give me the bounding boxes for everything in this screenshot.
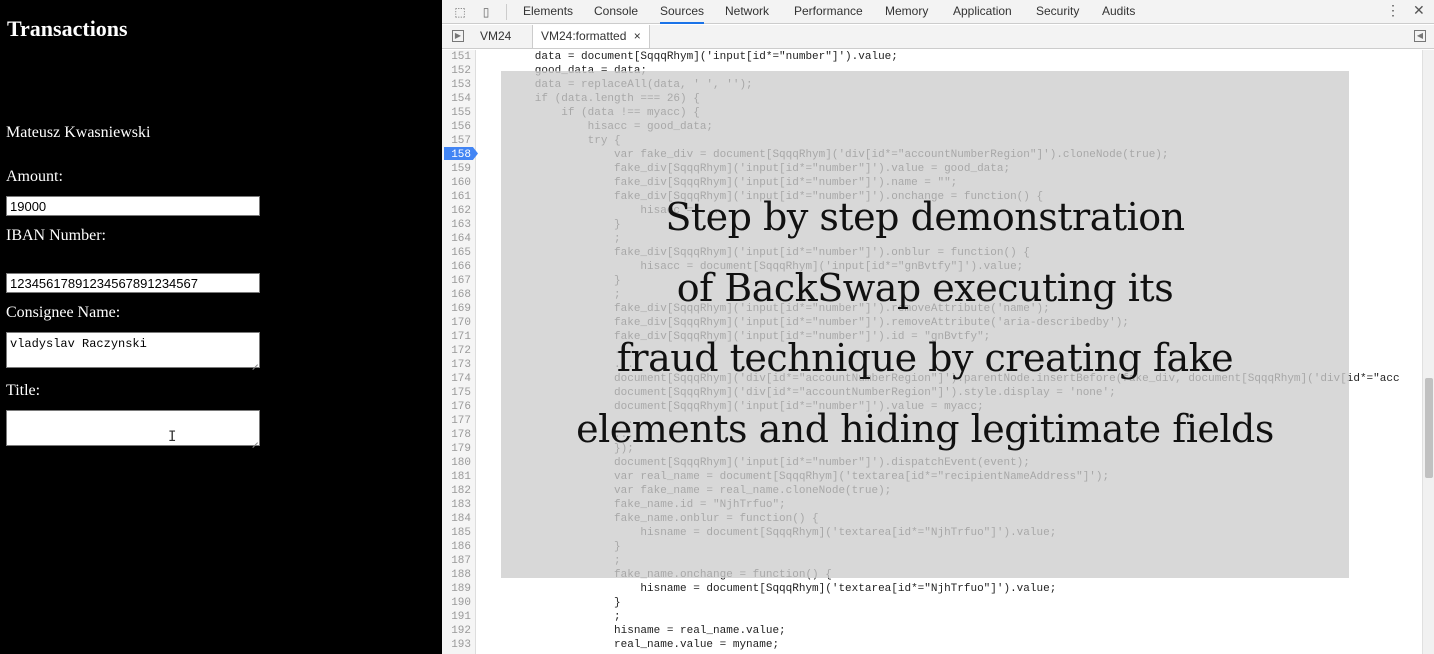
- caption-overlay: Step by step demonstration of BackSwap e…: [501, 71, 1349, 578]
- line-number[interactable]: 157: [442, 134, 471, 148]
- line-number[interactable]: 177: [442, 414, 471, 428]
- line-number[interactable]: 191: [442, 610, 471, 624]
- account-holder-name: Mateusz Kwasniewski: [6, 124, 151, 141]
- line-number[interactable]: 174: [442, 372, 471, 386]
- page-title: Transactions: [7, 16, 128, 41]
- line-number[interactable]: 192: [442, 624, 471, 638]
- line-number[interactable]: 178: [442, 428, 471, 442]
- resize-grip-icon[interactable]: [251, 436, 259, 444]
- line-number[interactable]: 166: [442, 260, 471, 274]
- line-number[interactable]: 160: [442, 176, 471, 190]
- file-tab-label: VM24:formatted: [541, 29, 627, 43]
- consignee-label: Consignee Name:: [6, 304, 121, 321]
- tab-application[interactable]: Application: [953, 0, 1012, 24]
- line-number[interactable]: 161: [442, 190, 471, 204]
- amount-input[interactable]: [6, 196, 260, 216]
- title-textarea[interactable]: [6, 410, 260, 446]
- line-number[interactable]: 159: [442, 162, 471, 176]
- code-line[interactable]: hisname = document[SqqqRhym]('textarea[i…: [482, 582, 1056, 596]
- line-number[interactable]: 156: [442, 120, 471, 134]
- tab-console[interactable]: Console: [594, 0, 638, 24]
- inspect-element-icon[interactable]: ⬚: [452, 4, 468, 20]
- code-line[interactable]: real_name.value = myname;: [482, 638, 779, 652]
- debugger-toggle-icon[interactable]: ◀: [1414, 30, 1426, 42]
- line-number[interactable]: 175: [442, 386, 471, 400]
- device-toggle-icon[interactable]: ▯: [478, 4, 494, 20]
- line-number[interactable]: 184: [442, 512, 471, 526]
- iban-input[interactable]: [6, 273, 260, 293]
- line-number-gutter[interactable]: 151 152 153 154 155 156 157 158 159 160 161 162 163 1…: [442, 50, 478, 654]
- line-number[interactable]: 171: [442, 330, 471, 344]
- file-tab-vm24-formatted[interactable]: VM24:formatted ×: [532, 25, 650, 48]
- close-tab-icon[interactable]: ×: [634, 29, 641, 43]
- code-line[interactable]: }: [482, 596, 621, 610]
- line-number[interactable]: 176: [442, 400, 471, 414]
- line-number[interactable]: 187: [442, 554, 471, 568]
- consignee-name-textarea[interactable]: vladyslav Raczynski: [6, 332, 260, 368]
- line-number[interactable]: 185: [442, 526, 471, 540]
- scrollbar-thumb[interactable]: [1425, 378, 1433, 478]
- bank-transaction-page: Transactions Mateusz Kwasniewski Amount:…: [0, 0, 442, 654]
- iban-label: IBAN Number:: [6, 227, 106, 244]
- line-number[interactable]: 165: [442, 246, 471, 260]
- line-number[interactable]: 181: [442, 470, 471, 484]
- line-number[interactable]: 180: [442, 456, 471, 470]
- line-number[interactable]: 173: [442, 358, 471, 372]
- code-line[interactable]: ;: [482, 610, 621, 624]
- line-number[interactable]: 158: [442, 148, 471, 162]
- line-number[interactable]: 155: [442, 106, 471, 120]
- line-number[interactable]: 151: [442, 50, 471, 64]
- tab-elements[interactable]: Elements: [523, 0, 573, 24]
- tab-memory[interactable]: Memory: [885, 0, 928, 24]
- code-line[interactable]: hisname = real_name.value;: [482, 624, 786, 638]
- caption-line: elements and hiding legitimate fields: [576, 407, 1274, 451]
- line-number[interactable]: 169: [442, 302, 471, 316]
- toolbar-divider: [506, 4, 507, 20]
- line-number[interactable]: 168: [442, 288, 471, 302]
- file-tab-vm24[interactable]: VM24: [480, 25, 511, 48]
- line-number[interactable]: 153: [442, 78, 471, 92]
- tab-security[interactable]: Security: [1036, 0, 1079, 24]
- caption-line: Step by step demonstration: [665, 195, 1185, 239]
- line-number[interactable]: 154: [442, 92, 471, 106]
- tab-sources[interactable]: Sources: [660, 0, 705, 24]
- amount-label: Amount:: [6, 168, 63, 185]
- line-number[interactable]: 152: [442, 64, 471, 78]
- line-number[interactable]: 186: [442, 540, 471, 554]
- more-options-icon[interactable]: ⋮: [1386, 2, 1400, 19]
- caption-line: fraud technique by creating fake: [616, 336, 1234, 380]
- devtools-toolbar: ⬚ ▯ Elements Console Sources Network Per…: [442, 0, 1434, 24]
- line-number[interactable]: 190: [442, 596, 471, 610]
- line-number[interactable]: 183: [442, 498, 471, 512]
- vertical-scrollbar[interactable]: [1422, 50, 1434, 654]
- title-label: Title:: [6, 382, 41, 399]
- line-number[interactable]: 172: [442, 344, 471, 358]
- line-number[interactable]: 193: [442, 638, 471, 652]
- navigator-toggle-icon[interactable]: ▶: [452, 30, 464, 42]
- line-number[interactable]: 182: [442, 484, 471, 498]
- code-line[interactable]: data = document[SqqqRhym]('input[id*="nu…: [482, 50, 898, 64]
- line-number[interactable]: 163: [442, 218, 471, 232]
- tab-network[interactable]: Network: [725, 0, 769, 24]
- line-number[interactable]: 179: [442, 442, 471, 456]
- source-file-tabs: ▶ VM24 VM24:formatted × ◀: [442, 25, 1434, 49]
- line-number[interactable]: 164: [442, 232, 471, 246]
- line-number[interactable]: 188: [442, 568, 471, 582]
- line-number[interactable]: 189: [442, 582, 471, 596]
- resize-grip-icon[interactable]: [251, 358, 259, 366]
- tab-performance[interactable]: Performance: [794, 0, 863, 24]
- caption-line: of BackSwap executing its: [676, 266, 1174, 310]
- tab-audits[interactable]: Audits: [1102, 0, 1135, 24]
- line-number[interactable]: 167: [442, 274, 471, 288]
- close-devtools-icon[interactable]: ✕: [1413, 2, 1425, 19]
- line-number[interactable]: 162: [442, 204, 471, 218]
- text-cursor-icon: I: [168, 429, 177, 445]
- line-number[interactable]: 170: [442, 316, 471, 330]
